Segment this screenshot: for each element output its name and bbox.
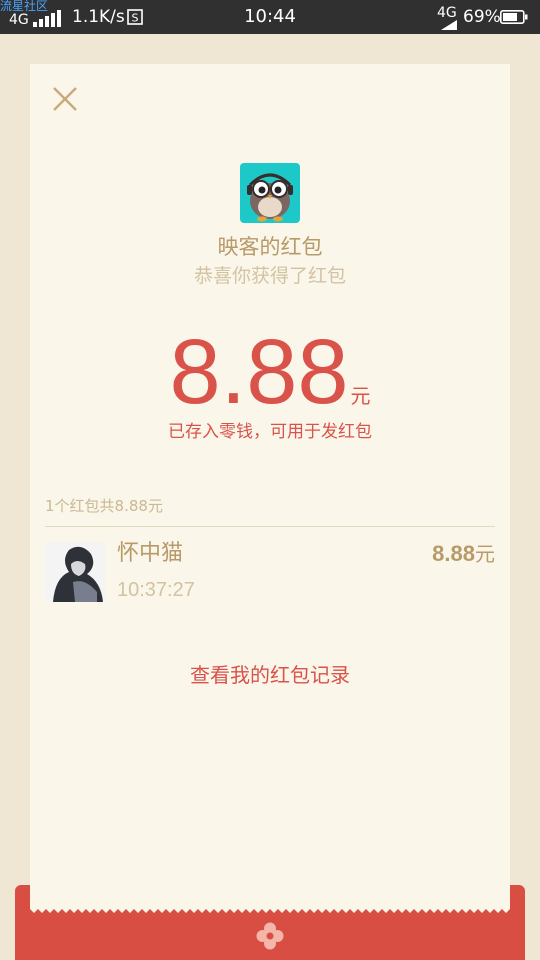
clock: 10:44 [244,6,296,27]
network-type-right: 4G [437,5,457,21]
owl-app-icon [240,163,300,223]
amount-display: 8.88 元 [30,326,510,418]
red-packet-card: 映客的红包 恭喜你获得了红包 8.88 元 已存入零钱，可用于发红包 1个红包共8… [30,64,510,909]
amount-value: 8.88 [169,321,349,423]
packet-summary: 1个红包共8.88元 [45,497,163,515]
card-zigzag-edge [30,905,510,913]
signal-icon-right [441,20,457,30]
flower-icon[interactable] [254,920,286,952]
battery-icon [500,10,528,24]
avatar [45,542,105,602]
saved-note: 已存入零钱，可用于发红包 [168,422,372,442]
receiver-amount: 8.88元 [432,540,495,568]
greeting-subtitle: 恭喜你获得了红包 [193,265,346,287]
receiver-row[interactable]: 怀中猫 10:37:27 8.88元 [30,534,510,604]
close-icon[interactable] [50,84,80,114]
receive-time: 10:37:27 [117,579,195,601]
receiver-name: 怀中猫 [117,541,184,566]
battery-percent: 69% [463,7,501,27]
divider [45,526,495,527]
sender-title: 映客的红包 [217,235,323,259]
receiver-amount-value: 8.88 [432,541,475,566]
status-bar: 流星社区 4G 1.1K/s S 10:44 4G 69% [0,0,540,34]
amount-unit: 元 [350,384,371,408]
view-records-link[interactable]: 查看我的红包记录 [30,662,510,688]
receiver-amount-unit: 元 [475,542,495,566]
